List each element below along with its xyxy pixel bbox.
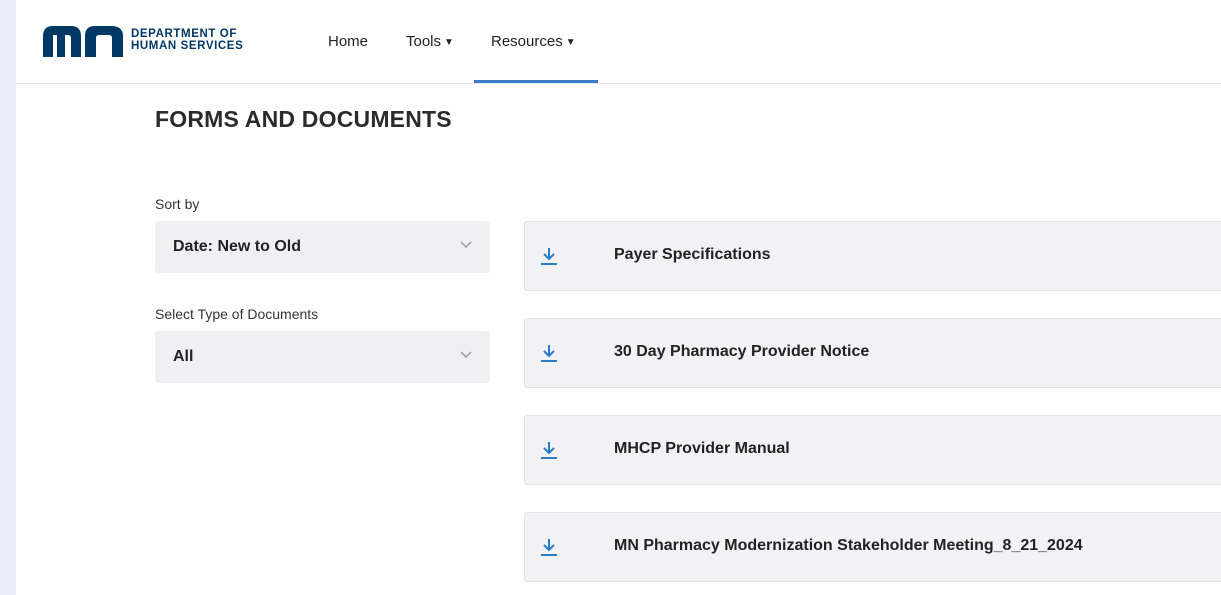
- mn-logo-icon: [43, 26, 123, 57]
- nav-tools[interactable]: Tools ▼: [406, 33, 454, 50]
- site-header: DEPARTMENT OF HUMAN SERVICES Home Tools ▼…: [16, 0, 1221, 84]
- chevron-down-icon: [460, 351, 472, 359]
- document-item[interactable]: MHCP Provider Manual: [524, 415, 1221, 485]
- caret-down-icon: ▼: [444, 37, 454, 48]
- caret-down-icon: ▼: [565, 37, 576, 48]
- logo-text: DEPARTMENT OF HUMAN SERVICES: [131, 28, 243, 52]
- nav-tools-label: Tools: [406, 33, 442, 50]
- doc-type-label: Select Type of Documents: [155, 306, 319, 322]
- chevron-down-icon: [460, 241, 472, 249]
- nav-home[interactable]: Home: [328, 33, 368, 50]
- mn-dhs-logo[interactable]: DEPARTMENT OF HUMAN SERVICES: [41, 24, 261, 64]
- download-icon[interactable]: [539, 537, 559, 557]
- download-icon[interactable]: [539, 440, 559, 460]
- document-item[interactable]: Payer Specifications: [524, 221, 1221, 291]
- document-title[interactable]: Payer Specifications: [614, 246, 771, 264]
- document-title[interactable]: 30 Day Pharmacy Provider Notice: [614, 343, 869, 361]
- page-frame: DEPARTMENT OF HUMAN SERVICES Home Tools ▼…: [16, 0, 1221, 595]
- document-title[interactable]: MN Pharmacy Modernization Stakeholder Me…: [614, 537, 1083, 555]
- logo-line1: DEPARTMENT OF: [131, 28, 237, 40]
- page-title: FORMS AND DOCUMENTS: [155, 106, 452, 132]
- sort-by-select[interactable]: Date: New to Old: [155, 221, 490, 273]
- download-icon[interactable]: [539, 246, 559, 266]
- nav-resources[interactable]: Resources ▼: [491, 33, 576, 50]
- document-item[interactable]: 30 Day Pharmacy Provider Notice: [524, 318, 1221, 388]
- nav-active-indicator: [474, 80, 598, 83]
- nav-resources-label: Resources: [491, 33, 563, 50]
- download-icon[interactable]: [539, 343, 559, 363]
- sort-by-value: Date: New to Old: [173, 238, 302, 255]
- sort-by-label: Sort by: [155, 196, 200, 212]
- nav-home-label: Home: [328, 33, 369, 50]
- document-title[interactable]: MHCP Provider Manual: [614, 440, 790, 458]
- document-item[interactable]: MN Pharmacy Modernization Stakeholder Me…: [524, 512, 1221, 582]
- logo-line2: HUMAN SERVICES: [131, 40, 244, 52]
- doc-type-value: All: [173, 348, 194, 365]
- doc-type-select[interactable]: All: [155, 331, 490, 383]
